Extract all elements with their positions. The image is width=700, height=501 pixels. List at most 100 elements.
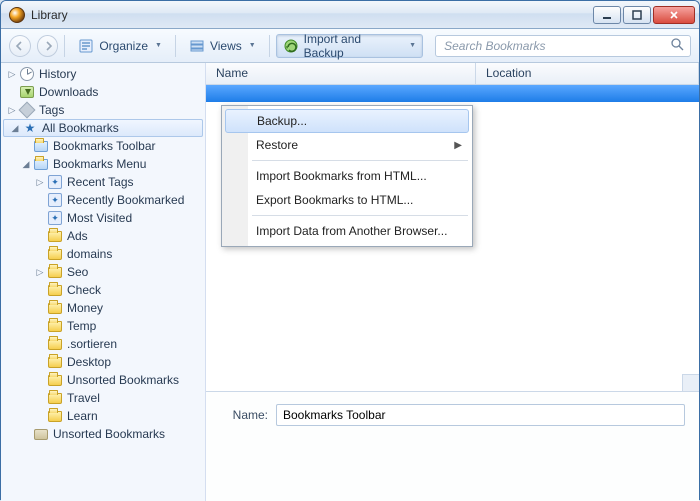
tree-label: Ads	[67, 229, 88, 243]
tree-label: Bookmarks Toolbar	[53, 139, 156, 153]
column-location[interactable]: Location	[476, 63, 699, 84]
tree-label: Seo	[67, 265, 88, 279]
smart-folder-icon: ✦	[47, 192, 63, 208]
tree-desktop[interactable]: Desktop	[1, 353, 205, 371]
folder-icon	[47, 228, 63, 244]
import-backup-icon	[283, 38, 299, 54]
tree-recent-tags[interactable]: ▷ ✦ Recent Tags	[1, 173, 205, 191]
search-input[interactable]	[442, 38, 671, 54]
menu-label: Import Data from Another Browser...	[256, 224, 447, 238]
tree-ads[interactable]: Ads	[1, 227, 205, 245]
smart-folder-icon: ✦	[47, 210, 63, 226]
tree-label: Learn	[67, 409, 98, 423]
tree-label: Recently Bookmarked	[67, 193, 184, 207]
titlebar: Library	[1, 1, 699, 29]
folder-icon	[47, 318, 63, 334]
minimize-button[interactable]	[593, 6, 621, 24]
expand-icon[interactable]: ▷	[5, 105, 19, 116]
tree-check[interactable]: Check	[1, 281, 205, 299]
detail-name-input[interactable]	[276, 404, 685, 426]
expand-icon[interactable]: ▷	[5, 69, 19, 80]
organize-menu-button[interactable]: Organize ▼	[71, 34, 169, 58]
list-row-selected[interactable]	[206, 85, 699, 102]
tree-unsorted-bookmarks[interactable]: Unsorted Bookmarks	[1, 425, 205, 443]
menu-label: Export Bookmarks to HTML...	[256, 193, 413, 207]
search-box[interactable]	[435, 35, 691, 57]
tree-learn[interactable]: Learn	[1, 407, 205, 425]
menu-label: Import Bookmarks from HTML...	[256, 169, 427, 183]
tree-label: Downloads	[39, 85, 98, 99]
tree-bookmarks-toolbar[interactable]: Bookmarks Toolbar	[1, 137, 205, 155]
tree-seo[interactable]: ▷ Seo	[1, 263, 205, 281]
views-menu-button[interactable]: Views ▼	[182, 34, 263, 58]
forward-button[interactable]	[37, 35, 59, 57]
views-icon	[189, 38, 205, 54]
tree-money[interactable]: Money	[1, 299, 205, 317]
content-pane: Name Location Backup... Restore ▶	[206, 63, 699, 501]
folder-icon	[47, 300, 63, 316]
download-icon	[19, 84, 35, 100]
clock-icon	[19, 66, 35, 82]
maximize-button[interactable]	[623, 6, 651, 24]
detail-name-label: Name:	[220, 408, 268, 422]
import-backup-label: Import and Backup	[304, 32, 402, 60]
app-icon	[9, 7, 25, 23]
window-title: Library	[31, 8, 593, 22]
menu-label: Backup...	[257, 114, 307, 128]
folder-icon	[47, 336, 63, 352]
folder-icon	[47, 390, 63, 406]
tree-recently-bookmarked[interactable]: ✦ Recently Bookmarked	[1, 191, 205, 209]
menu-restore[interactable]: Restore ▶	[224, 133, 470, 157]
folder-icon	[47, 282, 63, 298]
menu-export-html[interactable]: Export Bookmarks to HTML...	[224, 188, 470, 212]
tree-travel[interactable]: Travel	[1, 389, 205, 407]
tree-label: All Bookmarks	[42, 121, 119, 135]
scrollbar-corner	[682, 374, 699, 391]
import-backup-menu-button[interactable]: Import and Backup ▼	[276, 34, 423, 58]
folder-icon	[47, 372, 63, 388]
search-icon	[671, 38, 684, 54]
list-area[interactable]: Backup... Restore ▶ Import Bookmarks fro…	[206, 85, 699, 391]
tree-domains[interactable]: domains	[1, 245, 205, 263]
expand-icon[interactable]: ▷	[33, 267, 47, 278]
chevron-down-icon: ▼	[409, 42, 416, 49]
folder-icon	[47, 354, 63, 370]
sidebar: ▷ History Downloads ▷ Tags ◢ All Bookmar…	[1, 63, 206, 501]
tree-label: Check	[67, 283, 101, 297]
tree-downloads[interactable]: Downloads	[1, 83, 205, 101]
detail-pane: Name:	[206, 391, 699, 501]
folder-icon	[47, 408, 63, 424]
tree-unsorted-bookmarks-folder[interactable]: Unsorted Bookmarks	[1, 371, 205, 389]
chevron-down-icon: ▼	[249, 42, 256, 49]
folder-icon	[47, 246, 63, 262]
back-button[interactable]	[9, 35, 31, 57]
folder-icon	[47, 264, 63, 280]
tree-most-visited[interactable]: ✦ Most Visited	[1, 209, 205, 227]
chevron-down-icon: ▼	[155, 42, 162, 49]
tree-label: Unsorted Bookmarks	[67, 373, 179, 387]
tree-all-bookmarks[interactable]: ◢ All Bookmarks	[3, 119, 203, 137]
tree-temp[interactable]: Temp	[1, 317, 205, 335]
collapse-icon[interactable]: ◢	[8, 123, 22, 134]
expand-icon[interactable]: ▷	[33, 177, 47, 188]
menu-backup[interactable]: Backup...	[225, 109, 469, 133]
collapse-icon[interactable]: ◢	[19, 159, 33, 170]
tree-bookmarks-menu[interactable]: ◢ Bookmarks Menu	[1, 155, 205, 173]
toolbar: Organize ▼ Views ▼ Import and Backup ▼	[1, 29, 699, 63]
menu-divider	[252, 160, 468, 161]
bookmarks-menu-icon	[33, 156, 49, 172]
import-backup-menu: Backup... Restore ▶ Import Bookmarks fro…	[221, 105, 473, 247]
close-button[interactable]	[653, 6, 695, 24]
organize-icon	[78, 38, 94, 54]
menu-import-browser[interactable]: Import Data from Another Browser...	[224, 219, 470, 243]
tree-label: Money	[67, 301, 103, 315]
bookmarks-toolbar-icon	[33, 138, 49, 154]
bookmark-star-icon	[22, 120, 38, 136]
submenu-arrow-icon: ▶	[454, 140, 462, 151]
tree-sortieren[interactable]: .sortieren	[1, 335, 205, 353]
tree-history[interactable]: ▷ History	[1, 65, 205, 83]
column-name[interactable]: Name	[206, 63, 476, 84]
tree-tags[interactable]: ▷ Tags	[1, 101, 205, 119]
tree-label: Unsorted Bookmarks	[53, 427, 165, 441]
menu-import-html[interactable]: Import Bookmarks from HTML...	[224, 164, 470, 188]
